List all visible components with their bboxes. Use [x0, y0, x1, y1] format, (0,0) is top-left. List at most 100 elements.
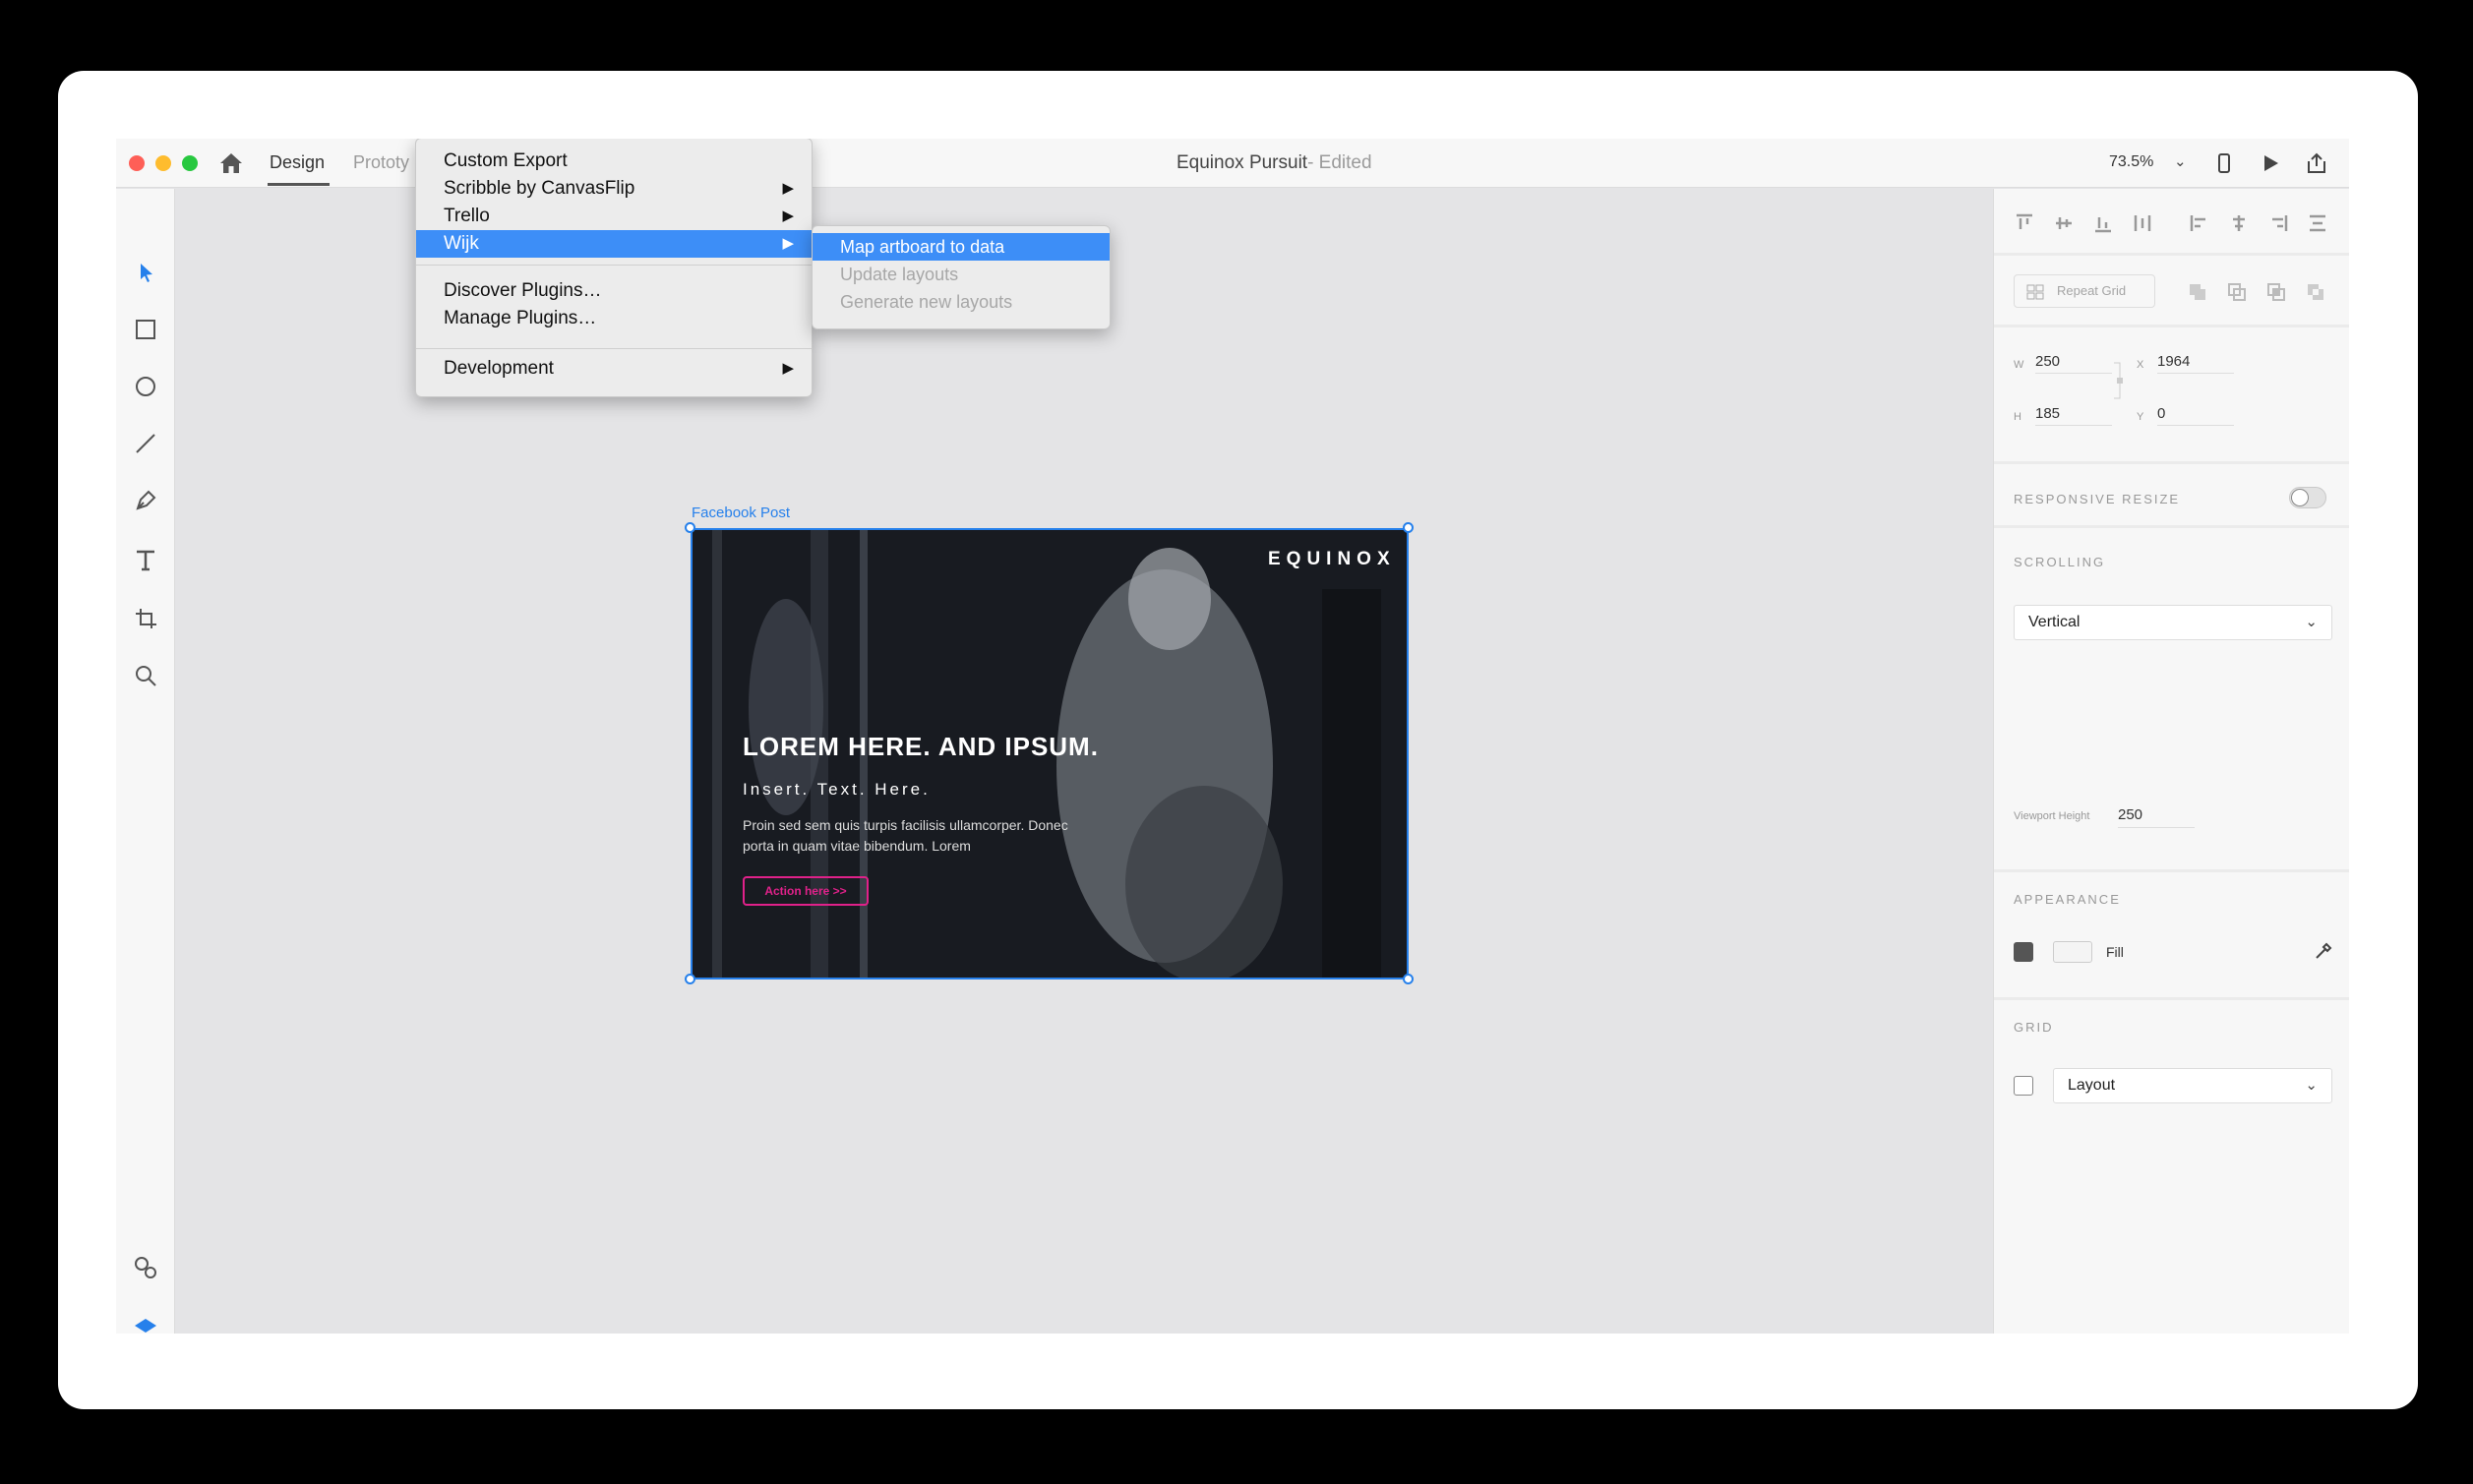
repeat-grid-icon [2026, 284, 2044, 300]
distribute-horizontal-icon[interactable] [2307, 212, 2328, 234]
align-left-icon[interactable] [2189, 212, 2210, 234]
resize-handle-top-left[interactable] [685, 522, 695, 533]
tab-prototype[interactable]: Prototy [353, 152, 409, 173]
menu-divider [416, 265, 812, 266]
height-field[interactable]: 185 [2035, 404, 2112, 426]
menu-item-label: Manage Plugins… [444, 308, 597, 328]
repeat-grid-label: Repeat Grid [2057, 283, 2127, 298]
align-center-icon[interactable] [2228, 212, 2250, 234]
pen-tool-icon[interactable] [133, 488, 158, 513]
resize-handle-bottom-left[interactable] [685, 974, 695, 984]
device-preview-icon[interactable] [2212, 151, 2236, 175]
responsive-resize-toggle[interactable] [2289, 487, 2326, 508]
align-middle-icon[interactable] [2053, 212, 2075, 234]
boolean-add-icon[interactable] [2187, 281, 2208, 303]
tab-design[interactable]: Design [270, 152, 325, 173]
submenu-item-generate-layouts: Generate new layouts [840, 292, 1013, 312]
menu-item-discover-plugins[interactable]: Discover Plugins… [416, 277, 812, 305]
minimize-window-button[interactable] [155, 155, 171, 171]
grid-type-value: Layout [2068, 1077, 2116, 1094]
y-key: Y [2137, 411, 2144, 423]
rectangle-tool-icon[interactable] [133, 317, 158, 342]
zoom-level[interactable]: 73.5% [2109, 153, 2153, 171]
resize-handle-bottom-right[interactable] [1403, 974, 1414, 984]
menu-item-label: Wijk [444, 233, 479, 254]
menu-item-development[interactable]: Development ▶ [416, 355, 812, 383]
maximize-window-button[interactable] [182, 155, 198, 171]
resize-handle-top-right[interactable] [1403, 522, 1414, 533]
panel-divider [1994, 461, 2349, 464]
grid-label: GRID [2014, 1020, 2054, 1035]
zoom-tool-icon[interactable] [133, 663, 158, 688]
width-field[interactable]: 250 [2035, 352, 2112, 374]
wijk-submenu: Map artboard to data Update layouts Gene… [812, 225, 1111, 329]
viewport-height-label: Viewport Height [2014, 810, 2090, 822]
fill-label: Fill [2106, 944, 2124, 960]
select-tool-icon[interactable] [133, 260, 158, 285]
assets-panel-icon[interactable] [133, 1255, 158, 1280]
menu-item-label: Custom Export [444, 150, 568, 171]
document-title: Equinox Pursuit- Edited [1176, 152, 1372, 174]
share-icon[interactable] [2305, 151, 2328, 175]
fill-color-swatch[interactable] [2053, 941, 2092, 963]
artboard-cta-button: Action here >> [743, 876, 869, 906]
line-tool-icon[interactable] [133, 431, 158, 456]
submenu-arrow-icon: ▶ [782, 208, 794, 224]
menu-item-label: Discover Plugins… [444, 280, 602, 301]
repeat-grid-button[interactable]: Repeat Grid [2014, 274, 2155, 308]
artboard-subhead: Insert. Text. Here. [743, 780, 931, 799]
boolean-subtract-icon[interactable] [2226, 281, 2248, 303]
artboard-tool-icon[interactable] [133, 606, 158, 631]
align-bottom-icon[interactable] [2092, 212, 2114, 234]
zoom-chevron-down-icon[interactable]: ⌄ [2174, 152, 2187, 170]
eyedropper-icon[interactable] [2313, 940, 2334, 962]
x-field[interactable]: 1964 [2157, 352, 2234, 374]
home-icon[interactable] [219, 152, 243, 174]
menu-item-trello[interactable]: Trello ▶ [416, 203, 812, 230]
chevron-down-icon: ⌄ [2305, 1077, 2318, 1094]
submenu-item-map-artboard[interactable]: Map artboard to data [813, 233, 1110, 261]
lock-aspect-icon[interactable] [2112, 361, 2126, 400]
distribute-vertical-icon[interactable] [2132, 212, 2153, 234]
menu-item-scribble[interactable]: Scribble by CanvasFlip ▶ [416, 175, 812, 203]
scrolling-label: SCROLLING [2014, 555, 2106, 569]
play-preview-icon[interactable] [2259, 151, 2282, 175]
align-right-icon[interactable] [2267, 212, 2289, 234]
menu-item-custom-export[interactable]: Custom Export [416, 148, 812, 175]
artboard-brand-logo: EQUINOX [1268, 549, 1396, 569]
height-key: H [2014, 411, 2021, 423]
menu-item-manage-plugins[interactable]: Manage Plugins… [416, 305, 812, 332]
submenu-arrow-icon: ▶ [782, 180, 794, 197]
artboard-body-text: Proin sed sem quis turpis facilisis ulla… [743, 817, 1068, 854]
panel-divider [1994, 997, 2349, 1000]
scrolling-select[interactable]: Vertical ⌄ [2014, 605, 2332, 640]
y-field[interactable]: 0 [2157, 404, 2234, 426]
property-inspector: Repeat Grid W 250 X 1964 H 185 Y 0 RESPO… [1993, 189, 2349, 1334]
menu-item-wijk[interactable]: Wijk ▶ [416, 230, 812, 258]
width-key: W [2014, 359, 2024, 371]
grid-checkbox[interactable] [2014, 1076, 2033, 1096]
boolean-intersect-icon[interactable] [2265, 281, 2287, 303]
ellipse-tool-icon[interactable] [133, 374, 158, 399]
layers-panel-icon[interactable] [133, 1314, 158, 1334]
responsive-resize-label: RESPONSIVE RESIZE [2014, 492, 2181, 506]
align-top-icon[interactable] [2014, 212, 2035, 234]
artboard-label[interactable]: Facebook Post [692, 505, 790, 521]
menu-item-label: Scribble by CanvasFlip [444, 178, 635, 199]
viewport-height-field[interactable]: 250 [2118, 806, 2195, 828]
menu-item-label: Development [444, 358, 554, 379]
grid-type-select[interactable]: Layout ⌄ [2053, 1068, 2332, 1103]
artboard-facebook-post[interactable]: EQUINOX LOREM HERE. AND IPSUM. Insert. T… [691, 528, 1409, 979]
boolean-exclude-icon[interactable] [2305, 281, 2326, 303]
menu-divider [416, 348, 812, 349]
document-name: Equinox Pursuit [1176, 152, 1308, 173]
close-window-button[interactable] [129, 155, 145, 171]
fill-checkbox[interactable] [2014, 942, 2033, 962]
plugins-menu: Custom Export Scribble by CanvasFlip ▶ Tr… [415, 139, 813, 397]
chevron-down-icon: ⌄ [2305, 614, 2318, 630]
document-status: - Edited [1307, 152, 1372, 173]
tool-bar [116, 189, 175, 1334]
panel-divider [1994, 525, 2349, 528]
text-tool-icon[interactable] [133, 547, 158, 572]
artboard-headline: LOREM HERE. AND IPSUM. [743, 732, 1099, 761]
